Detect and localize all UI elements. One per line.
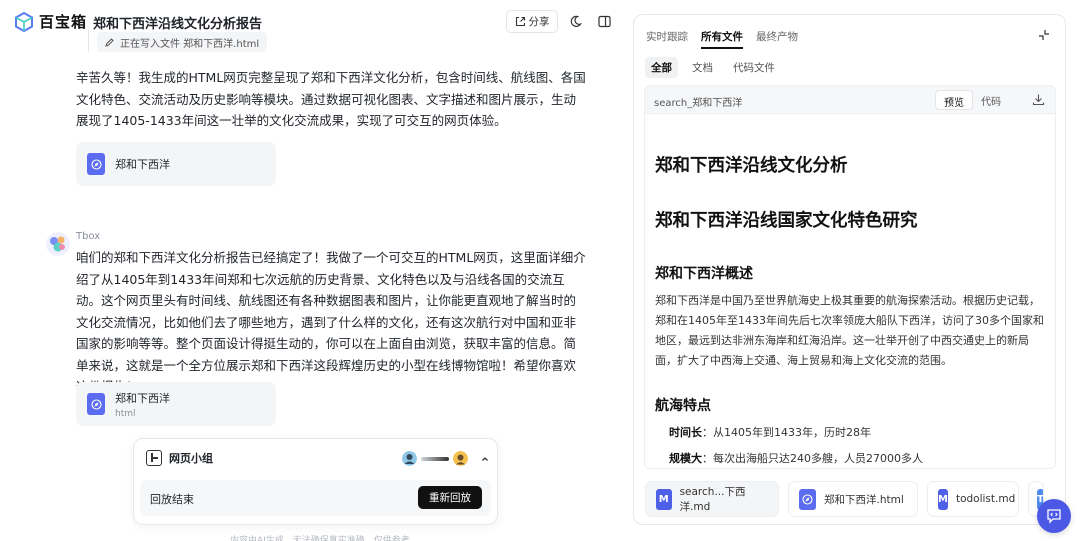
- chevron-up-icon[interactable]: [480, 454, 490, 464]
- code-assistant-button[interactable]: [1037, 499, 1071, 533]
- share-label: 分享: [528, 16, 550, 28]
- markdown-file-icon: M: [656, 488, 672, 510]
- html-file-icon: [799, 488, 816, 510]
- replay-group-label: 网页小组: [169, 452, 213, 465]
- list-item-value: ：每次出海船只达240多艘，人员27000多人: [702, 452, 923, 465]
- viewer-file-name: search_郑和下西洋: [654, 98, 743, 109]
- file-list: M search...下西洋.md 郑和下西洋.html M todolist.…: [645, 481, 1044, 517]
- file-item-name: todolist.md: [955, 493, 1016, 505]
- writing-status-chip: 正在写入文件 郑和下西洋.html: [97, 32, 268, 52]
- tab-final-output[interactable]: 最终产物: [756, 29, 798, 49]
- file-card-zhenghe[interactable]: 郑和下西洋: [76, 142, 276, 186]
- doc-section-overview: 郑和下西洋概述: [655, 266, 753, 282]
- code-bubble-icon: [1047, 509, 1061, 524]
- tab-all-files[interactable]: 所有文件: [701, 29, 743, 49]
- file-card-name: 郑和下西洋: [115, 391, 170, 405]
- file-viewer: search_郑和下西洋 预览 代码 郑和下西洋沿线文化分析 郑和下西洋沿线国家…: [644, 85, 1056, 469]
- replay-status-bar: 回放结束 重新回放: [140, 480, 491, 516]
- files-panel: 实时跟踪 所有文件 最终产物 全部 文档 代码文件 search_郑和下西洋 预…: [633, 14, 1066, 525]
- code-mode-button[interactable]: 代码: [973, 90, 1009, 110]
- tbox-avatar: [46, 232, 70, 256]
- viewer-toolbar: search_郑和下西洋 预览 代码: [645, 86, 1055, 114]
- file-item-search-md[interactable]: M search...下西洋.md: [645, 481, 779, 517]
- app-logo[interactable]: 百宝箱: [14, 11, 87, 32]
- replay-button[interactable]: 重新回放: [418, 486, 482, 509]
- doc-section-features: 航海特点: [655, 398, 711, 414]
- theme-toggle-button[interactable]: [567, 13, 583, 29]
- assistant-message-2: 咱们的郑和下西洋文化分析报告已经搞定了！我做了一个可交互的HTML网页，这里面详…: [76, 250, 586, 394]
- share-icon: [515, 16, 525, 27]
- sender-name: Tbox: [76, 231, 101, 242]
- moon-icon: [570, 15, 582, 27]
- html-file-icon: [87, 393, 105, 415]
- list-item-value: ：从1405年到1433年，历时28年: [702, 426, 871, 439]
- file-item-todolist[interactable]: M todolist.md: [927, 481, 1019, 517]
- file-card-zhenghe-html[interactable]: 郑和下西洋 html: [76, 382, 276, 426]
- doc-heading-2: 郑和下西洋沿线国家文化特色研究: [655, 211, 918, 231]
- file-item-name: 郑和下西洋.html: [824, 493, 904, 506]
- filter-docs[interactable]: 文档: [686, 57, 719, 78]
- html-file-icon: [87, 153, 105, 175]
- view-mode-toggle: 预览 代码: [935, 90, 1009, 110]
- filter-all[interactable]: 全部: [645, 57, 678, 78]
- file-item-html[interactable]: 郑和下西洋.html: [788, 481, 918, 517]
- cube-logo-icon: [15, 11, 33, 32]
- pencil-icon: [105, 37, 114, 47]
- share-button[interactable]: 分享: [506, 10, 558, 33]
- replay-panel: 网页小组 回放结束 重新回放: [133, 438, 498, 525]
- user-avatar: [402, 451, 417, 466]
- replay-group[interactable]: 网页小组: [146, 450, 213, 466]
- replay-progress: [402, 451, 490, 466]
- doc-list-item: 时间长：从1405年到1433年，历时28年: [669, 424, 871, 440]
- collapse-icon[interactable]: [1037, 28, 1051, 42]
- doc-heading-1: 郑和下西洋沿线文化分析: [655, 156, 848, 176]
- writing-status-text: 正在写入文件 郑和下西洋.html: [120, 38, 260, 50]
- file-card-name: 郑和下西洋: [115, 158, 170, 171]
- list-item-key: 时间长: [669, 426, 702, 439]
- markdown-file-icon: M: [938, 488, 948, 510]
- progress-track: [421, 456, 449, 461]
- assistant-message-1: 辛苦久等！我生成的HTML网页完整呈现了郑和下西洋文化分析，包含时间线、航线图、…: [76, 70, 586, 128]
- preview-mode-button[interactable]: 预览: [935, 90, 973, 110]
- filter-code[interactable]: 代码文件: [727, 57, 781, 78]
- app-name: 百宝箱: [39, 13, 88, 31]
- group-icon: [146, 450, 162, 466]
- ai-disclaimer: 内容由AI生成，无法确保真实准确，仅供参考: [230, 536, 410, 541]
- replay-status: 回放结束: [150, 493, 194, 506]
- page-title: 郑和下西洋沿线文化分析报告: [93, 17, 263, 32]
- list-item-key: 规模大: [669, 452, 702, 465]
- doc-list-item: 规模大：每次出海船只达240多艘，人员27000多人: [669, 450, 923, 466]
- doc-paragraph: 郑和下西洋是中国乃至世界航海史上极其重要的航海探索活动。根据历史记载，郑和在14…: [655, 294, 1044, 367]
- panel-toggle-button[interactable]: [596, 13, 612, 29]
- thread-line: [88, 30, 89, 52]
- panel-tabs: 实时跟踪 所有文件 最终产物: [646, 29, 798, 49]
- agent-avatar: [453, 451, 468, 466]
- file-item-name: search...下西洋.md: [679, 486, 746, 513]
- file-card-type: html: [115, 408, 136, 419]
- download-icon[interactable]: [1032, 93, 1045, 106]
- sidebar-icon: [597, 15, 611, 27]
- tab-realtime[interactable]: 实时跟踪: [646, 29, 688, 49]
- file-filter-tabs: 全部 文档 代码文件: [645, 57, 781, 78]
